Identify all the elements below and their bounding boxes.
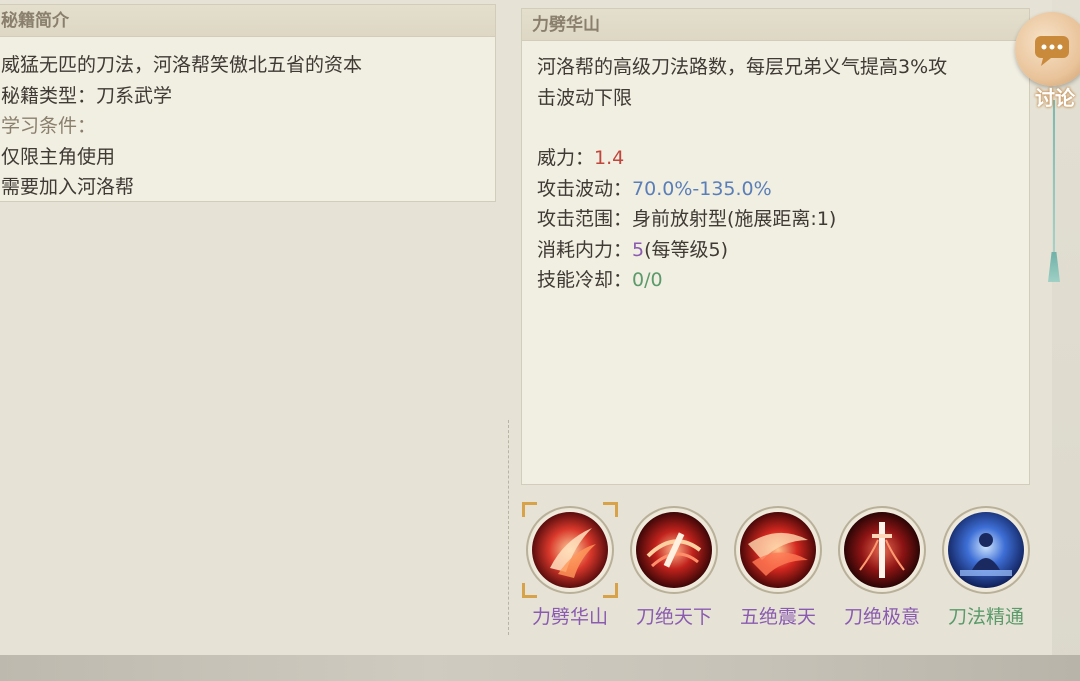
red-sword-pillar-icon xyxy=(844,512,920,588)
stat-cooldown: 技能冷却：0/0 xyxy=(537,265,663,292)
stat-mana-suffix: (每等级5) xyxy=(644,239,729,261)
stat-mana-value: 5 xyxy=(632,239,645,261)
stat-mana-label: 消耗内力： xyxy=(537,239,633,261)
stat-range-label: 攻击范围： xyxy=(537,208,633,230)
skill-slot-2[interactable]: 刀绝天下 xyxy=(626,506,722,629)
skill-description-line2: 击波动下限 xyxy=(537,87,633,109)
blue-meditation-icon xyxy=(948,512,1024,588)
skill-name: 刀绝极意 xyxy=(843,606,920,628)
stat-power-label: 威力： xyxy=(537,147,595,169)
intro-card-body: 威猛无匹的刀法，河洛帮笑傲北五省的资本 秘籍类型：刀系武学 学习条件： 仅限主角… xyxy=(0,38,495,201)
bottom-strip xyxy=(0,655,1080,681)
skill-slot-4[interactable]: 刀绝极意 xyxy=(834,506,930,629)
stat-fluctuation-label: 攻击波动： xyxy=(537,178,633,200)
intro-line-condition-1: 仅限主角使用 xyxy=(1,146,116,168)
skill-detail-card: 力劈华山 河洛帮的高级刀法路数，每层兄弟义气提高3%攻 击波动下限 威力：1.4… xyxy=(521,8,1030,485)
skill-icon-frame xyxy=(630,506,718,594)
stat-cooldown-value: 0/0 xyxy=(632,269,663,291)
stat-fluctuation-value: 70.0%-135.0% xyxy=(632,178,772,200)
skill-name: 五绝震天 xyxy=(739,606,816,628)
skill-icon-frame xyxy=(838,506,926,594)
intro-line-type: 秘籍类型：刀系武学 xyxy=(1,85,173,107)
stat-power-value: 1.4 xyxy=(594,147,625,169)
stat-cooldown-label: 技能冷却： xyxy=(537,269,633,291)
vertical-divider xyxy=(508,420,509,635)
red-flame-wave-icon xyxy=(740,512,816,588)
intro-line-description: 威猛无匹的刀法，河洛帮笑傲北五省的资本 xyxy=(1,54,363,76)
selected-corner-tr xyxy=(603,502,618,517)
red-blade-swirl-icon xyxy=(636,512,712,588)
skill-icon-frame xyxy=(522,502,618,598)
skill-slot-1[interactable]: 力劈华山 xyxy=(522,502,618,629)
red-slash-icon xyxy=(532,512,608,588)
skill-detail-body: 河洛帮的高级刀法路数，每层兄弟义气提高3%攻 击波动下限 威力：1.4 攻击波动… xyxy=(522,42,1029,484)
skill-slot-3[interactable]: 五绝震天 xyxy=(730,506,826,629)
skill-icon-frame xyxy=(734,506,822,594)
skill-description-line1: 河洛帮的高级刀法路数，每层兄弟义气提高3%攻 xyxy=(537,56,948,78)
stat-range: 攻击范围：身前放射型(施展距离:1) xyxy=(537,204,836,231)
skill-name: 刀法精通 xyxy=(947,606,1024,628)
selected-corner-tl xyxy=(522,502,537,517)
intro-card: 秘籍简介 威猛无匹的刀法，河洛帮笑傲北五省的资本 秘籍类型：刀系武学 学习条件：… xyxy=(0,4,496,202)
selected-corner-bl xyxy=(522,583,537,598)
stat-power: 威力：1.4 xyxy=(537,143,624,170)
discuss-button-circle xyxy=(1015,12,1080,86)
discuss-button-label: 讨论 xyxy=(1035,86,1075,110)
skill-name: 力劈华山 xyxy=(531,606,608,628)
stat-mana-cost: 消耗内力：5(每等级5) xyxy=(537,235,728,262)
chat-bubble-icon xyxy=(1035,36,1069,66)
intro-card-title: 秘籍简介 xyxy=(0,5,495,37)
skill-icon-frame xyxy=(942,506,1030,594)
skill-name: 刀绝天下 xyxy=(635,606,712,628)
discuss-button[interactable]: 讨论 xyxy=(1013,8,1080,110)
tassel-string xyxy=(1053,100,1055,260)
intro-line-condition-label: 学习条件： xyxy=(1,115,97,137)
stat-fluctuation: 攻击波动：70.0%-135.0% xyxy=(537,174,772,201)
intro-line-condition-2: 需要加入河洛帮 xyxy=(1,176,135,198)
skill-slot-5[interactable]: 刀法精通 xyxy=(938,506,1034,629)
selected-corner-br xyxy=(603,583,618,598)
skill-detail-title: 力劈华山 xyxy=(522,9,1029,41)
stat-range-value: 身前放射型(施展距离:1) xyxy=(632,208,837,230)
